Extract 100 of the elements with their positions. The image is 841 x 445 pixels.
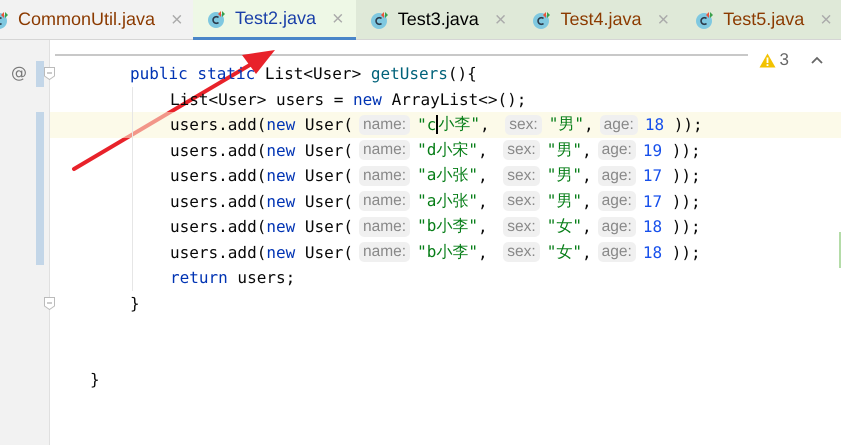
code-text: 18 — [644, 115, 664, 134]
text-caret — [436, 115, 438, 134]
parameter-hint: sex: — [503, 166, 540, 186]
override-marker[interactable]: @ — [11, 63, 27, 82]
code-text: users; — [236, 268, 296, 288]
code-text: 18 — [642, 242, 662, 262]
parameter-hint: age: — [598, 216, 636, 237]
code-text: users.add( — [170, 140, 266, 160]
parameter-hint: age: — [598, 166, 636, 186]
code-text: (){ — [448, 64, 477, 84]
code-text: users.add( — [170, 242, 266, 262]
code-text: new — [266, 140, 296, 160]
code-text: , — [478, 242, 489, 262]
code-text: , — [478, 217, 489, 236]
code-text: new — [266, 115, 296, 134]
code-text: users.add( — [170, 192, 266, 211]
parameter-hint: sex: — [503, 216, 540, 237]
code-text: 17 — [642, 166, 662, 186]
code-text: User( — [304, 242, 354, 262]
code-text: "a小张" — [417, 190, 478, 212]
change-marker[interactable] — [36, 112, 44, 138]
code-text: )); — [672, 115, 703, 134]
code-text: "男" — [546, 165, 582, 186]
parameter-hint: age: — [598, 242, 636, 262]
class-icon — [532, 10, 552, 30]
code-text: "b小李" — [417, 242, 478, 263]
code-text: , — [582, 242, 592, 262]
code-text: users.add( — [170, 115, 266, 134]
chevron-up-icon[interactable] — [811, 56, 823, 64]
code-text: users.add( — [170, 217, 266, 236]
fold-icon[interactable] — [44, 296, 55, 310]
close-icon[interactable]: × — [332, 8, 344, 28]
parameter-hint: age: — [600, 114, 638, 135]
code-text: "男" — [548, 114, 584, 136]
code-text: users.add( — [170, 166, 266, 186]
code-text: , — [478, 166, 489, 186]
code-text: "女" — [546, 216, 582, 238]
fold-icon[interactable] — [44, 67, 55, 80]
parameter-hint: name: — [359, 166, 410, 186]
parameter-hint: name: — [359, 216, 410, 237]
warning-icon[interactable] — [758, 52, 776, 68]
parameter-hint: name: — [359, 242, 410, 262]
parameter-hint: age: — [598, 191, 636, 212]
code-text: new — [353, 90, 382, 109]
code-text: , — [582, 140, 592, 160]
change-marker[interactable] — [36, 61, 44, 86]
code-text: new — [266, 242, 296, 262]
code-text: 17 — [642, 192, 662, 211]
code-text: new — [266, 192, 296, 211]
editor-tab[interactable]: Test3.java × — [356, 0, 518, 39]
code-text: )); — [670, 192, 701, 211]
code-text: "男" — [546, 140, 582, 161]
change-marker[interactable] — [36, 240, 44, 265]
code-text: ArrayList<>(); — [390, 90, 526, 109]
editor-tab[interactable]: Test4.java × — [518, 0, 682, 39]
code-text: User( — [304, 166, 354, 186]
code-text: 19 — [642, 140, 662, 160]
code-text: "c — [417, 115, 436, 134]
code-text: return — [170, 268, 228, 288]
code-text: , — [478, 140, 489, 160]
code-text: )); — [670, 166, 701, 186]
code-text: new — [266, 166, 296, 186]
code-text: , — [584, 115, 594, 134]
code-text: User( — [304, 192, 354, 211]
code-text: , — [480, 115, 491, 134]
editor-tab[interactable]: Test2.java × — [193, 0, 356, 40]
parameter-hint: name: — [359, 191, 410, 212]
code-text: "d小宋" — [417, 140, 478, 161]
parameter-hint: sex: — [503, 191, 540, 212]
code-text: , — [582, 166, 592, 186]
code-text: , — [582, 192, 592, 211]
code-text: } — [130, 294, 140, 313]
code-text: User( — [304, 140, 354, 160]
code-text: )); — [670, 217, 701, 236]
code-text: 18 — [642, 217, 662, 236]
code-text: } — [90, 370, 100, 390]
parameter-hint: age: — [598, 140, 636, 160]
code-text: "b小李" — [417, 216, 478, 238]
code-text: new — [266, 217, 296, 236]
parameter-hint: name: — [359, 114, 410, 135]
code-text: "男" — [546, 190, 582, 212]
code-text: User( — [304, 217, 354, 236]
code-text: , — [582, 217, 592, 236]
code-text: , — [478, 192, 489, 211]
code-text: "女" — [546, 242, 582, 263]
parameter-hint: name: — [359, 140, 410, 160]
close-icon[interactable]: × — [171, 10, 183, 30]
code-text: )); — [670, 242, 701, 262]
parameter-hint: sex: — [505, 114, 542, 135]
class-icon — [207, 8, 227, 28]
code-text: 小李" — [438, 114, 480, 136]
editor-tab[interactable]: Test5.java × — [681, 0, 841, 39]
class-icon — [370, 10, 390, 30]
code-text: getUsers — [370, 64, 448, 84]
parameter-hint: sex: — [503, 242, 540, 262]
code-text: List<User> — [264, 64, 362, 84]
warning-count: 3 — [780, 50, 789, 70]
code-text: "a小张" — [417, 165, 478, 186]
class-icon — [695, 10, 716, 30]
code-text: User( — [304, 115, 354, 134]
